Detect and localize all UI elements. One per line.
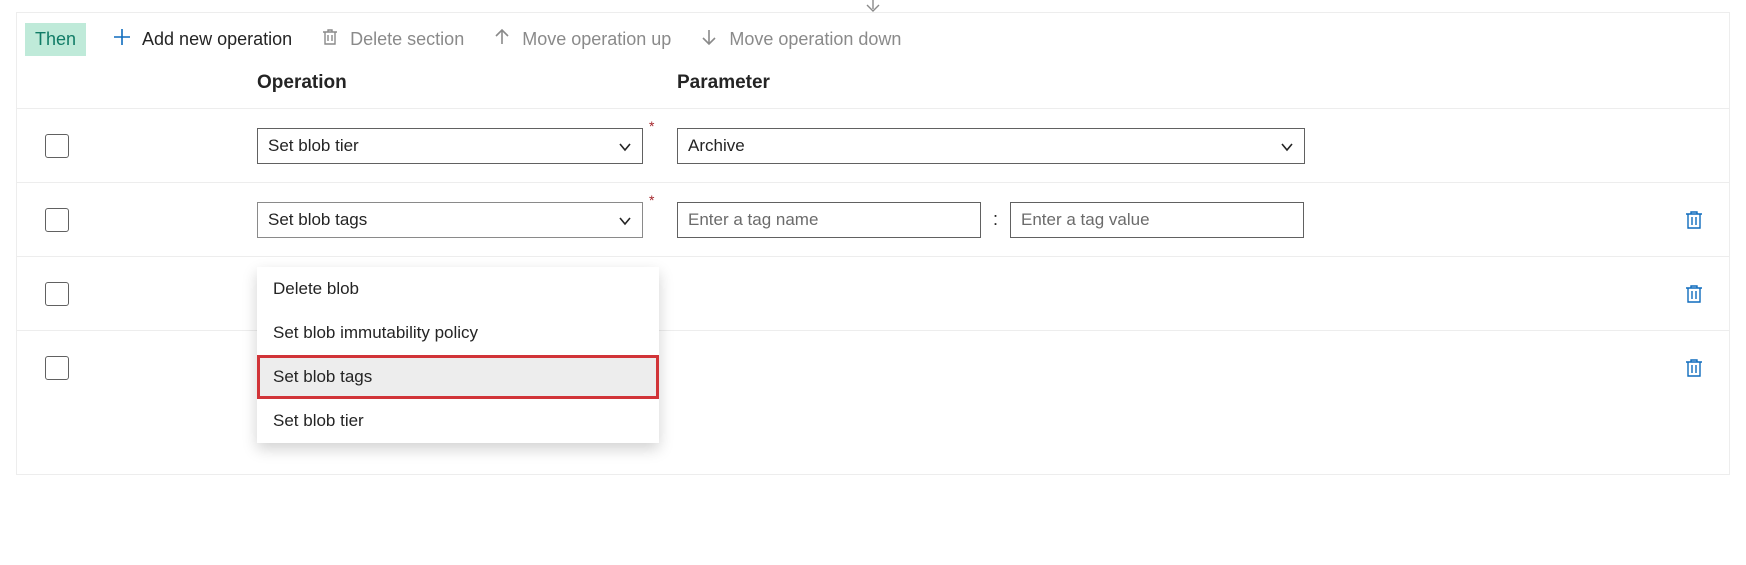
- chevron-down-icon: [618, 139, 632, 153]
- row-checkbox[interactable]: [45, 282, 69, 306]
- operation-row: Set blob tags * :: [17, 182, 1729, 256]
- parameter-select-value: Archive: [688, 136, 745, 156]
- then-badge: Then: [25, 23, 86, 56]
- column-headers: Operation Parameter: [17, 72, 1729, 108]
- dropdown-option[interactable]: Set blob immutability policy: [257, 311, 659, 355]
- operation-select-value: Set blob tier: [268, 136, 359, 156]
- row-checkbox[interactable]: [45, 208, 69, 232]
- trash-icon: [320, 27, 340, 52]
- dropdown-option[interactable]: Delete blob: [257, 267, 659, 311]
- tag-value-input[interactable]: [1010, 202, 1304, 238]
- delete-section-button[interactable]: Delete section: [318, 23, 466, 56]
- required-marker: *: [649, 192, 654, 208]
- connector-arrow-icon: [862, 0, 884, 12]
- delete-row-button[interactable]: [1683, 209, 1705, 231]
- arrow-up-icon: [492, 27, 512, 52]
- tag-name-input[interactable]: [677, 202, 981, 238]
- move-up-button[interactable]: Move operation up: [490, 23, 673, 56]
- plus-icon: [112, 27, 132, 52]
- operation-select[interactable]: Set blob tier: [257, 128, 643, 164]
- delete-row-button[interactable]: [1683, 283, 1705, 305]
- row-checkbox[interactable]: [45, 134, 69, 158]
- chevron-down-icon: [1280, 139, 1294, 153]
- operation-row: Set blob tier * Archive: [17, 108, 1729, 182]
- then-panel: Then Add new operation Delete section Mo…: [16, 12, 1730, 475]
- operation-select-value: Set blob tags: [268, 210, 367, 230]
- move-down-button[interactable]: Move operation down: [697, 23, 903, 56]
- operation-dropdown[interactable]: Delete blob Set blob immutability policy…: [257, 267, 659, 443]
- dropdown-option[interactable]: Set blob tier: [257, 399, 659, 443]
- add-new-operation-button[interactable]: Add new operation: [110, 23, 294, 56]
- move-up-label: Move operation up: [522, 29, 671, 50]
- dropdown-option[interactable]: Set blob tags: [257, 355, 659, 399]
- parameter-select[interactable]: Archive: [677, 128, 1305, 164]
- operation-select[interactable]: Set blob tags: [257, 202, 643, 238]
- toolbar: Then Add new operation Delete section Mo…: [17, 13, 1729, 72]
- header-operation: Operation: [257, 72, 677, 94]
- required-marker: *: [649, 118, 654, 134]
- colon-separator: :: [991, 209, 1000, 230]
- move-down-label: Move operation down: [729, 29, 901, 50]
- delete-row-button[interactable]: [1683, 357, 1705, 379]
- delete-section-label: Delete section: [350, 29, 464, 50]
- row-checkbox[interactable]: [45, 356, 69, 380]
- add-label: Add new operation: [142, 29, 292, 50]
- header-parameter: Parameter: [677, 72, 1713, 94]
- chevron-down-icon: [618, 213, 632, 227]
- arrow-down-icon: [699, 27, 719, 52]
